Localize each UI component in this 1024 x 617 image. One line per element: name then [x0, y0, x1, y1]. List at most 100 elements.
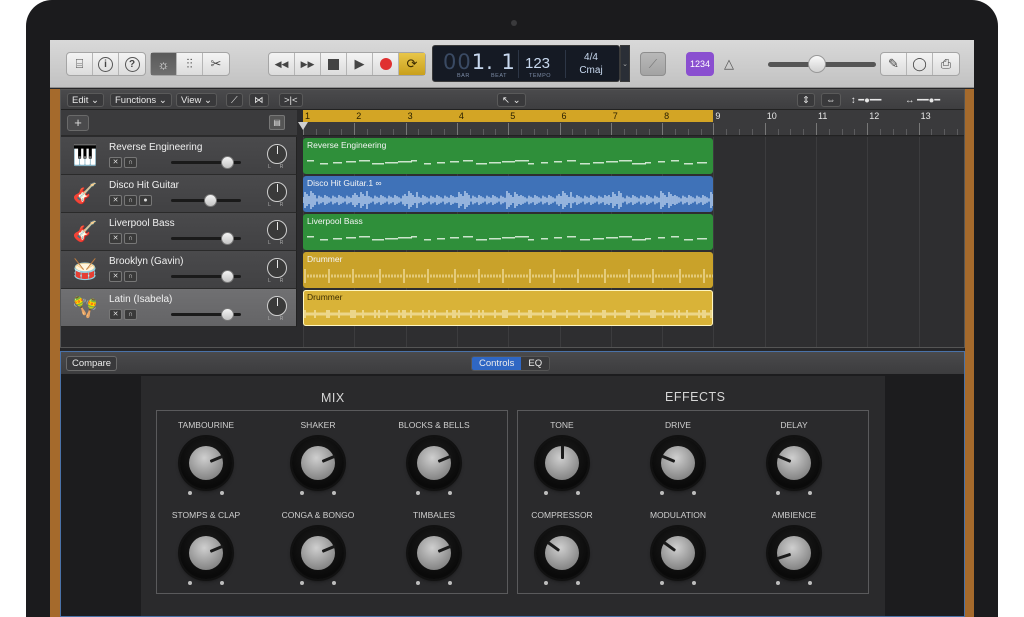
notepad-button[interactable]: ✎ — [881, 53, 907, 75]
knob[interactable] — [652, 527, 704, 579]
mute-button[interactable]: ✕ — [109, 157, 122, 168]
fit-horizontal-button[interactable]: ⇔ — [821, 93, 841, 107]
knob[interactable] — [408, 437, 460, 489]
metronome-button[interactable]: △ — [718, 52, 740, 76]
mute-button[interactable]: ✕ — [109, 233, 122, 244]
track-pan-knob[interactable] — [267, 296, 287, 316]
library-button[interactable]: ⌸ — [67, 53, 93, 75]
knob[interactable] — [536, 527, 588, 579]
play-button[interactable]: ▶ — [347, 53, 373, 75]
lcd-display[interactable]: 001. 1 BAR BEAT 123 TEMPO 4/4 Cmaj — [432, 45, 620, 82]
knob[interactable] — [292, 437, 344, 489]
region[interactable]: Drummer — [303, 252, 714, 288]
fit-vertical-button[interactable]: ⇕ — [797, 93, 815, 107]
knob[interactable] — [180, 437, 232, 489]
track-header[interactable]: 🎹 Reverse Engineering ✕ ∩ LR — [61, 137, 297, 175]
record-enable-button[interactable]: ● — [139, 195, 152, 206]
vertical-zoom-icon: ↕ ━●━━ — [851, 94, 882, 106]
edit-menu[interactable]: Edit ⌄ — [67, 93, 104, 107]
mixer-button[interactable]: ⫶⫶ — [177, 53, 203, 75]
rewind-button[interactable]: ◀◀ — [269, 53, 295, 75]
knob-label: MODULATION — [649, 510, 707, 520]
track-volume-knob[interactable] — [221, 156, 234, 169]
flex-button[interactable]: ⋈ — [249, 93, 269, 107]
vertical-zoom-slider[interactable]: ↕ ━●━━ — [847, 93, 885, 107]
smart-controls-panel: Compare Controls EQ MIX EFFECTS TAMBOURI… — [60, 351, 965, 617]
track-pan-knob[interactable] — [267, 220, 287, 240]
region-name: Drummer — [307, 254, 342, 264]
ruler-subtick — [572, 129, 574, 135]
track-name: Disco Hit Guitar — [109, 180, 180, 191]
add-track-button[interactable]: + — [67, 115, 89, 131]
laptop-frame: ⌸ i ? ☼ ⫶⫶ ✂ ◀◀ ▶▶ ▶ ⟳ 001. 1 BAR BEAT 1… — [26, 0, 998, 617]
knob[interactable] — [180, 527, 232, 579]
compare-button[interactable]: Compare — [66, 356, 118, 371]
track-volume-knob[interactable] — [221, 308, 234, 321]
region[interactable]: Disco Hit Guitar.1 ∞ — [303, 176, 714, 212]
horizontal-zoom-slider[interactable]: ↔ ━━●━ — [901, 93, 944, 107]
region[interactable]: Reverse Engineering — [303, 138, 714, 174]
ruler-tick — [456, 123, 458, 135]
track-pan-knob[interactable] — [267, 258, 287, 278]
tuner-button[interactable]: ⟋ — [640, 52, 666, 76]
pan-lr-label: LR — [268, 278, 293, 284]
track-volume-knob[interactable] — [203, 194, 217, 207]
track-pan-knob[interactable] — [267, 144, 287, 164]
master-volume-knob[interactable] — [807, 55, 826, 73]
headphones-button[interactable]: ∩ — [124, 195, 137, 206]
headphones-button[interactable]: ∩ — [124, 309, 137, 320]
playhead-icon[interactable] — [298, 122, 308, 130]
smart-controls-button[interactable]: ☼ — [151, 53, 177, 75]
plus-icon: + — [74, 115, 82, 130]
headphones-icon: ∩ — [127, 235, 134, 242]
cycle-button[interactable]: ⟳ — [399, 53, 425, 75]
track-header[interactable]: 🎸 Liverpool Bass ✕ ∩ LR — [61, 213, 297, 251]
knob[interactable] — [768, 527, 820, 579]
headphones-button[interactable]: ∩ — [124, 271, 137, 282]
count-in-button[interactable]: 1234 — [686, 52, 714, 76]
info-button[interactable]: i — [93, 53, 119, 75]
knob[interactable] — [652, 437, 704, 489]
ruler-subtick — [444, 129, 446, 135]
knob[interactable] — [408, 527, 460, 579]
ruler-tick — [405, 123, 407, 135]
headphones-button[interactable]: ∩ — [124, 233, 137, 244]
editors-button[interactable]: ✂ — [203, 53, 229, 75]
cycle-region[interactable] — [303, 110, 714, 122]
stop-button[interactable] — [321, 53, 347, 75]
region[interactable]: Liverpool Bass — [303, 214, 714, 250]
mute-button[interactable]: ✕ — [109, 309, 122, 320]
track-header[interactable]: 🎸 Disco Hit Guitar ✕ ∩ ● LR — [61, 175, 297, 213]
track-header[interactable]: 🪇 Latin (Isabela) ✕ ∩ LR — [61, 289, 297, 327]
knob[interactable] — [768, 437, 820, 489]
percussion-icon: 🪇 — [72, 297, 98, 319]
tab-eq[interactable]: EQ — [521, 357, 550, 370]
region[interactable]: Drummer — [303, 290, 714, 326]
ruler[interactable]: 1 2 3 4 5 6 7 8 9 10 11 12 13 — [303, 110, 964, 136]
automation-button[interactable]: ⟋ — [226, 93, 243, 107]
track-volume-knob[interactable] — [221, 232, 234, 245]
ruler-subtick — [880, 129, 882, 135]
track-pan-knob[interactable] — [267, 182, 287, 202]
track-header[interactable]: 🥁 Brooklyn (Gavin) ✕ ∩ LR — [61, 251, 297, 289]
mute-button[interactable]: ✕ — [109, 195, 122, 206]
ruler-subtick — [944, 129, 946, 135]
fast-forward-button[interactable]: ▶▶ — [295, 53, 321, 75]
track-volume-knob[interactable] — [221, 270, 234, 283]
catch-playhead-button[interactable]: >|< — [279, 93, 303, 107]
loops-button[interactable]: ◯ — [907, 53, 933, 75]
view-menu[interactable]: View ⌄ — [176, 93, 218, 107]
knob[interactable] — [292, 527, 344, 579]
headphones-button[interactable]: ∩ — [124, 157, 137, 168]
ruler-subtick — [636, 129, 638, 135]
lcd-mode-dropdown[interactable]: ⌄ — [620, 45, 630, 82]
help-button[interactable]: ? — [119, 53, 145, 75]
global-tracks-button[interactable]: ▤ — [269, 115, 285, 130]
tab-controls[interactable]: Controls — [472, 357, 522, 370]
functions-menu[interactable]: Functions ⌄ — [110, 93, 172, 107]
record-button[interactable] — [373, 53, 399, 75]
media-browser-button[interactable]: ⎙ — [933, 53, 959, 75]
pointer-tool-menu[interactable]: ↖ ⌄ — [497, 93, 526, 107]
knob[interactable] — [536, 437, 588, 489]
mute-button[interactable]: ✕ — [109, 271, 122, 282]
